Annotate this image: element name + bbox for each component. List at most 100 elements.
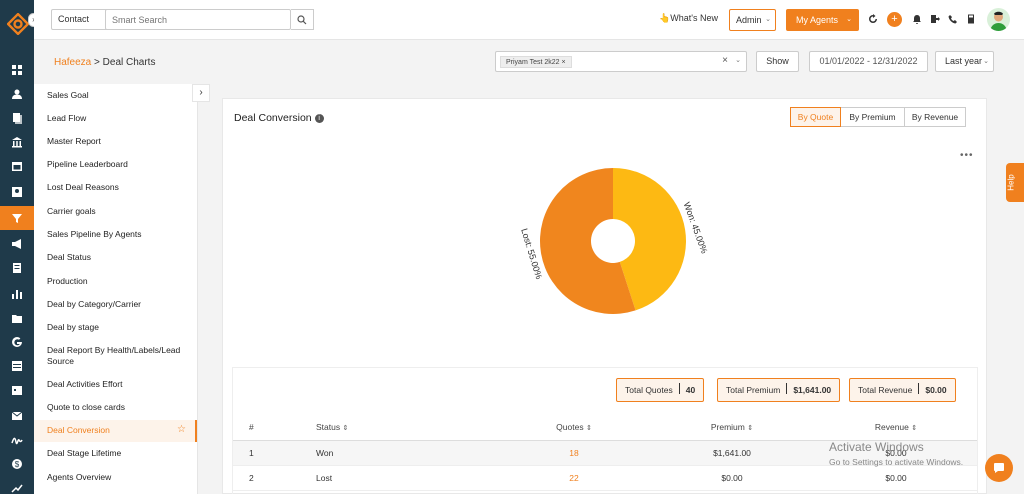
clear-icon[interactable]: × (722, 55, 728, 66)
stat-value: 40 (685, 385, 696, 395)
agent-chip-label: Priyam Test 2k22 (506, 59, 560, 66)
menu-item-deal-status[interactable]: Deal Status (34, 252, 197, 263)
menu-item-lost-deal-reasons[interactable]: Lost Deal Reasons (34, 182, 197, 193)
list-icon[interactable] (0, 256, 34, 280)
chat-button[interactable] (985, 454, 1013, 482)
deal-conversion-chart: Won: 45.00% Lost: 55.00% (513, 141, 713, 341)
menu-item-sales-pipeline-by-agents[interactable]: Sales Pipeline By Agents (34, 229, 197, 240)
breadcrumb-current: Deal Charts (102, 57, 156, 68)
chevron-down-icon: ⌄ (983, 58, 989, 65)
bar-chart-icon[interactable] (0, 282, 34, 306)
col-header-quotes[interactable]: Quotes ⇕ (499, 415, 649, 441)
google-icon[interactable] (0, 330, 34, 354)
signature-icon[interactable] (0, 428, 34, 452)
cell-quotes-link[interactable]: 18 (499, 440, 649, 466)
table-header-row: # Status ⇕ Quotes ⇕ Premium ⇕ Revenue ⇕ (233, 415, 977, 441)
cell-revenue: $0.00 (815, 465, 977, 491)
date-range-input[interactable]: 01/01/2022 - 12/31/2022 (809, 51, 928, 72)
menu-collapse-button[interactable]: › (192, 84, 210, 102)
sort-icon[interactable]: ⇕ (747, 425, 753, 432)
breadcrumb-agent-link[interactable]: Hafeeza (54, 57, 91, 68)
watermark-subtitle: Go to Settings to activate Windows. (829, 457, 964, 467)
search-button[interactable] (291, 9, 314, 30)
menu-item-quote-to-close-cards[interactable]: Quote to close cards (34, 402, 197, 413)
menu-item-pipeline-leaderboard[interactable]: Pipeline Leaderboard (34, 159, 197, 170)
app-logo[interactable] (7, 13, 29, 35)
menu-item-sales-goal[interactable]: Sales Goal (34, 90, 197, 101)
documents-icon[interactable] (0, 106, 34, 130)
menu-item-lead-flow[interactable]: Lead Flow (34, 113, 197, 124)
menu-item-deal-stage-lifetime[interactable]: Deal Stage Lifetime (34, 448, 197, 459)
help-label: Help (1006, 174, 1016, 191)
smart-search-input[interactable] (105, 9, 291, 30)
menu-item-deal-report-by-health[interactable]: Deal Report By Health/Labels/Lead Source (34, 345, 184, 367)
help-tab[interactable]: Help (1006, 163, 1024, 202)
dashboard-icon[interactable] (0, 58, 34, 82)
user-avatar[interactable] (987, 8, 1010, 31)
menu-item-deal-by-stage[interactable]: Deal by stage (34, 322, 197, 333)
tab-by-quote[interactable]: By Quote (790, 107, 841, 127)
contacts-icon[interactable] (0, 82, 34, 106)
tab-by-revenue[interactable]: By Revenue (905, 107, 966, 127)
chevron-down-icon: ⌄ (846, 16, 852, 23)
logout-icon[interactable] (928, 12, 942, 26)
bell-icon[interactable] (910, 12, 924, 26)
menu-item-production[interactable]: Production (34, 276, 197, 287)
calendar-icon[interactable] (0, 154, 34, 178)
sort-icon[interactable]: ⇕ (911, 425, 917, 432)
col-header-premium[interactable]: Premium ⇕ (649, 415, 815, 441)
period-select[interactable]: Last year ⌄ (935, 51, 994, 72)
dollar-icon[interactable]: $ (0, 452, 34, 476)
show-button[interactable]: Show (756, 51, 799, 72)
tab-by-premium[interactable]: By Premium (841, 107, 905, 127)
stat-total-revenue: Total Revenue $0.00 (849, 378, 956, 402)
admin-dropdown[interactable]: Admin ⌄ (729, 9, 776, 31)
col-header-label: Premium (710, 422, 745, 433)
col-header-status[interactable]: Status ⇕ (299, 415, 499, 441)
contact-card-icon[interactable] (0, 180, 34, 204)
watermark-title: Activate Windows (829, 440, 924, 454)
folder-icon[interactable] (0, 306, 34, 330)
menu-item-deal-conversion[interactable]: Deal Conversion ☆ (34, 420, 197, 442)
stat-value: $1,641.00 (793, 385, 832, 395)
star-icon[interactable]: ☆ (177, 424, 186, 435)
menu-item-carrier-goals[interactable]: Carrier goals (34, 206, 197, 217)
mail-icon[interactable] (0, 404, 34, 428)
menu-item-deal-by-category-carrier[interactable]: Deal by Category/Carrier (34, 299, 197, 310)
chevron-down-icon: ⌄ (765, 16, 771, 23)
refresh-icon[interactable] (866, 12, 880, 26)
col-header-index: # (233, 415, 299, 441)
schedule-icon[interactable] (0, 378, 34, 402)
chip-remove-icon[interactable]: × (562, 59, 566, 66)
add-button[interactable]: + (887, 12, 902, 27)
menu-item-agents-overview[interactable]: Agents Overview (34, 472, 197, 483)
stat-label: Total Quotes (625, 385, 673, 395)
phone-icon[interactable] (946, 12, 960, 26)
stat-value: $0.00 (925, 385, 947, 395)
sort-icon[interactable]: ⇕ (586, 425, 592, 432)
agent-multiselect[interactable]: Priyam Test 2k22 × × ⌄ (495, 51, 747, 72)
table-icon[interactable] (0, 354, 34, 378)
my-agents-label: My Agents (796, 15, 839, 25)
col-header-revenue[interactable]: Revenue ⇕ (815, 415, 977, 441)
chevron-right-icon: › (199, 87, 203, 98)
col-header-label: Revenue (874, 422, 909, 433)
funnel-icon[interactable] (0, 206, 34, 230)
more-options-icon[interactable]: ••• (960, 150, 974, 161)
card-title-text: Deal Conversion (234, 112, 312, 124)
hand-icon: 👆 (659, 13, 671, 23)
chevron-down-icon[interactable]: ⌄ (735, 56, 741, 64)
cell-premium: $1,641.00 (649, 440, 815, 466)
info-icon[interactable]: i (314, 114, 324, 123)
trend-icon[interactable] (0, 476, 34, 494)
menu-item-master-report[interactable]: Master Report (34, 136, 197, 147)
sort-icon[interactable]: ⇕ (342, 425, 348, 432)
cell-quotes-link[interactable]: 22 (499, 465, 649, 491)
calculator-icon[interactable] (964, 12, 978, 26)
my-agents-button[interactable]: My Agents ⌄ (786, 9, 859, 31)
agent-chip[interactable]: Priyam Test 2k22 × (500, 56, 572, 68)
menu-item-deal-activities-effort[interactable]: Deal Activities Effort (34, 379, 197, 390)
megaphone-icon[interactable] (0, 232, 34, 256)
bank-icon[interactable] (0, 130, 34, 154)
whats-new-link[interactable]: 👆What's New (659, 13, 718, 24)
